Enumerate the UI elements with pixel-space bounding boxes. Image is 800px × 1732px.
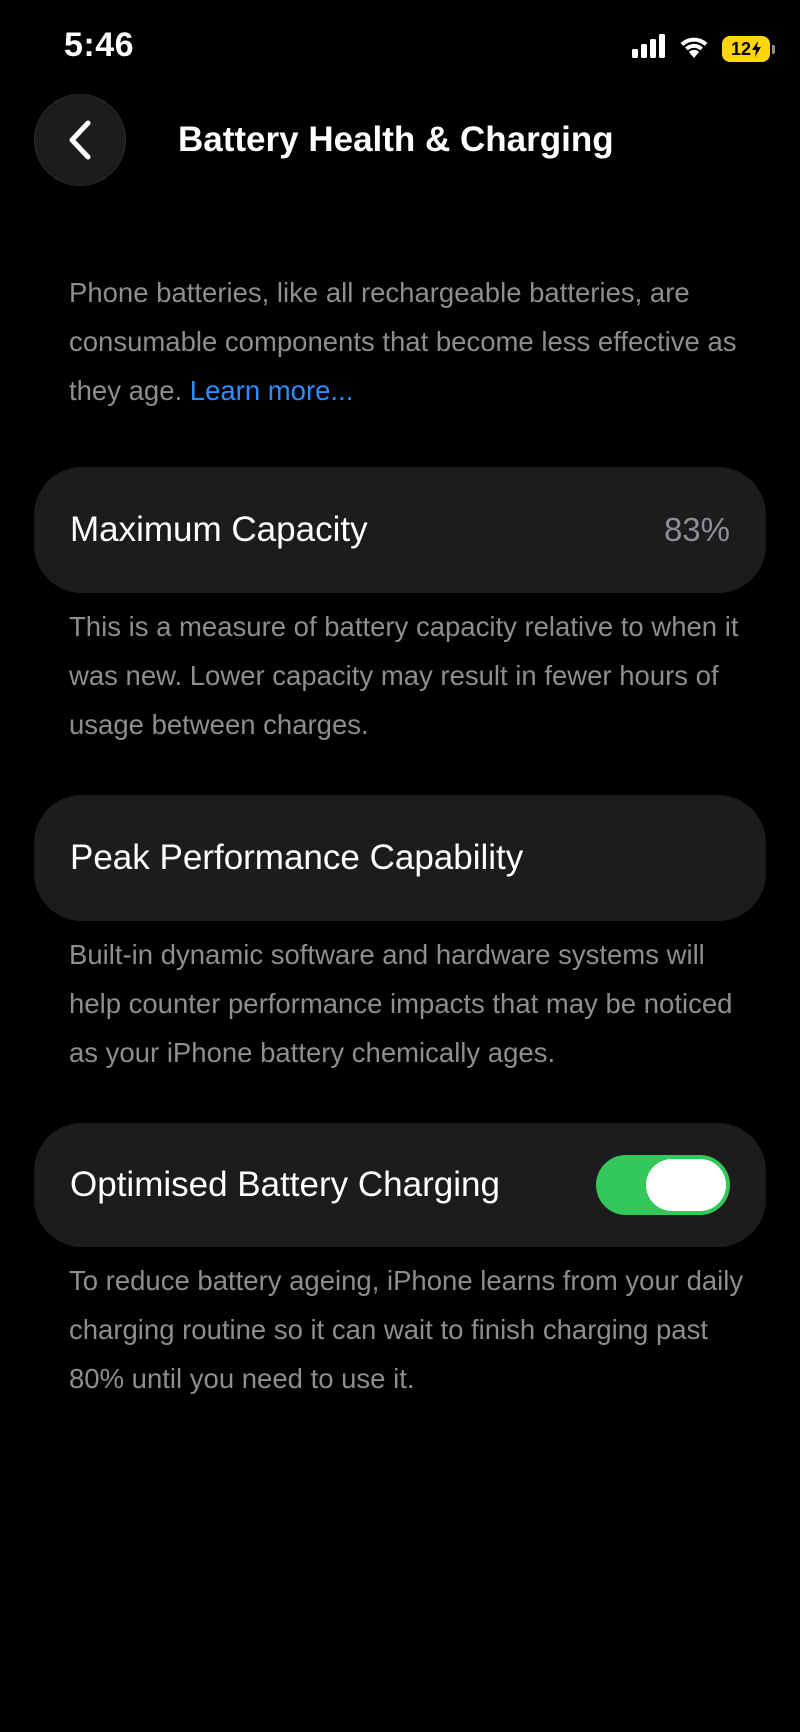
optimised-charging-toggle[interactable]	[596, 1155, 730, 1215]
toggle-knob	[646, 1159, 726, 1211]
maximum-capacity-value: 83%	[663, 511, 730, 548]
battery-level: 12	[730, 38, 752, 59]
maximum-capacity-label: Maximum Capacity	[70, 510, 368, 549]
peak-performance-description: Built-in dynamic software and hardware s…	[69, 939, 733, 1068]
peak-performance-label: Peak Performance Capability	[70, 838, 524, 877]
cellular-signal-icon	[632, 34, 666, 63]
maximum-capacity-row: Maximum Capacity 83%	[34, 467, 766, 593]
battery-charging-icon: 12	[722, 35, 775, 62]
maximum-capacity-description: This is a measure of battery capacity re…	[69, 611, 739, 740]
optimised-charging-description: To reduce battery ageing, iPhone learns …	[69, 1265, 744, 1394]
wifi-icon	[678, 34, 710, 63]
chevron-left-icon	[69, 120, 91, 160]
page-title: Battery Health & Charging	[178, 120, 614, 159]
status-bar: 5:46 12	[0, 0, 800, 96]
optimised-charging-label: Optimised Battery Charging	[70, 1165, 500, 1204]
optimised-charging-row: Optimised Battery Charging	[34, 1123, 766, 1247]
status-time: 5:46	[64, 26, 135, 64]
charging-bolt-icon	[752, 40, 762, 57]
status-icons: 12	[632, 34, 775, 63]
intro-text: Phone batteries, like all rechargeable b…	[69, 268, 749, 415]
peak-performance-row: Peak Performance Capability	[34, 795, 766, 921]
learn-more-link[interactable]: Learn more...	[190, 375, 354, 406]
battery-health-screen: 5:46 12 Battery Health & Charging Phone …	[0, 0, 800, 1732]
back-button[interactable]	[34, 94, 126, 186]
intro-body: Phone batteries, like all rechargeable b…	[69, 277, 737, 406]
